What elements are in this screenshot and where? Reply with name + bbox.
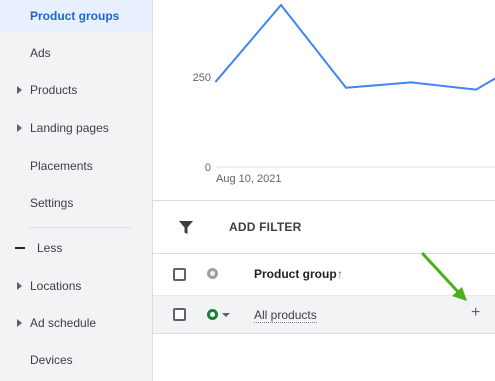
sidebar-item-settings[interactable]: Settings (0, 187, 152, 219)
y-tick-label: 250 (193, 72, 211, 84)
select-all-checkbox[interactable] (173, 268, 186, 281)
data-point (345, 86, 347, 89)
add-filter-button[interactable]: ADD FILTER (229, 220, 301, 234)
sidebar-item-locations[interactable]: Locations (0, 270, 152, 302)
expand-triangle-icon (17, 86, 22, 94)
sort-ascending-icon[interactable]: ↑ (337, 267, 343, 281)
table-header: Product group ↑ (153, 254, 495, 296)
add-subdivision-icon[interactable]: + (471, 305, 480, 321)
sidebar-item-ad-schedule[interactable]: Ad schedule (0, 307, 152, 339)
sidebar-item-label: Product groups (30, 9, 120, 23)
sidebar-item-placements[interactable]: Placements (0, 150, 152, 182)
sidebar-item-label: Settings (30, 196, 74, 210)
filter-icon[interactable] (179, 221, 193, 235)
chevron-down-icon[interactable] (222, 313, 230, 317)
sidebar-item-label: Locations (30, 279, 82, 293)
sidebar-item-product-groups[interactable]: Product groups (0, 0, 152, 32)
collapse-dash-icon (15, 247, 25, 249)
sidebar-divider (30, 227, 130, 228)
expand-triangle-icon (17, 282, 22, 290)
performance-chart: 0 250 Aug 10, 2021 (153, 0, 495, 200)
data-point (475, 88, 477, 91)
sidebar-item-label: Landing pages (30, 121, 109, 135)
enabled-status-icon[interactable] (207, 309, 218, 320)
sidebar-item-label: Products (30, 83, 78, 97)
sidebar-item-label: Devices (30, 353, 73, 367)
row-checkbox[interactable] (173, 308, 186, 321)
y-tick-label: 0 (205, 162, 211, 174)
data-point (280, 4, 282, 6)
expand-triangle-icon (17, 124, 22, 132)
sidebar-item-label: Ads (30, 46, 51, 60)
x-tick-label: Aug 10, 2021 (216, 173, 281, 185)
line-chart: 0 250 Aug 10, 2021 (193, 4, 495, 185)
table-row: All products + (153, 296, 495, 334)
sidebar-item-products[interactable]: Products (0, 74, 152, 106)
sidebar-item-label: Ad schedule (30, 316, 97, 330)
data-point (410, 81, 412, 84)
sidebar-item-landing-pages[interactable]: Landing pages (0, 112, 152, 144)
sidebar-item-label: Less (37, 241, 63, 255)
data-point (215, 80, 217, 83)
sidebar-item-devices[interactable]: Devices (0, 344, 152, 376)
product-group-cell[interactable]: All products (254, 308, 317, 323)
status-column-icon (207, 268, 218, 279)
filter-bar: ADD FILTER (153, 200, 495, 254)
series-line (215, 4, 495, 91)
sidebar-less-toggle[interactable]: Less (0, 232, 152, 264)
expand-triangle-icon (17, 319, 22, 327)
column-header-product-group[interactable]: Product group (254, 267, 337, 281)
sidebar: Product groups Ads Products Landing page… (0, 0, 153, 381)
sidebar-item-ads[interactable]: Ads (0, 37, 152, 69)
sidebar-item-label: Placements (30, 159, 93, 173)
